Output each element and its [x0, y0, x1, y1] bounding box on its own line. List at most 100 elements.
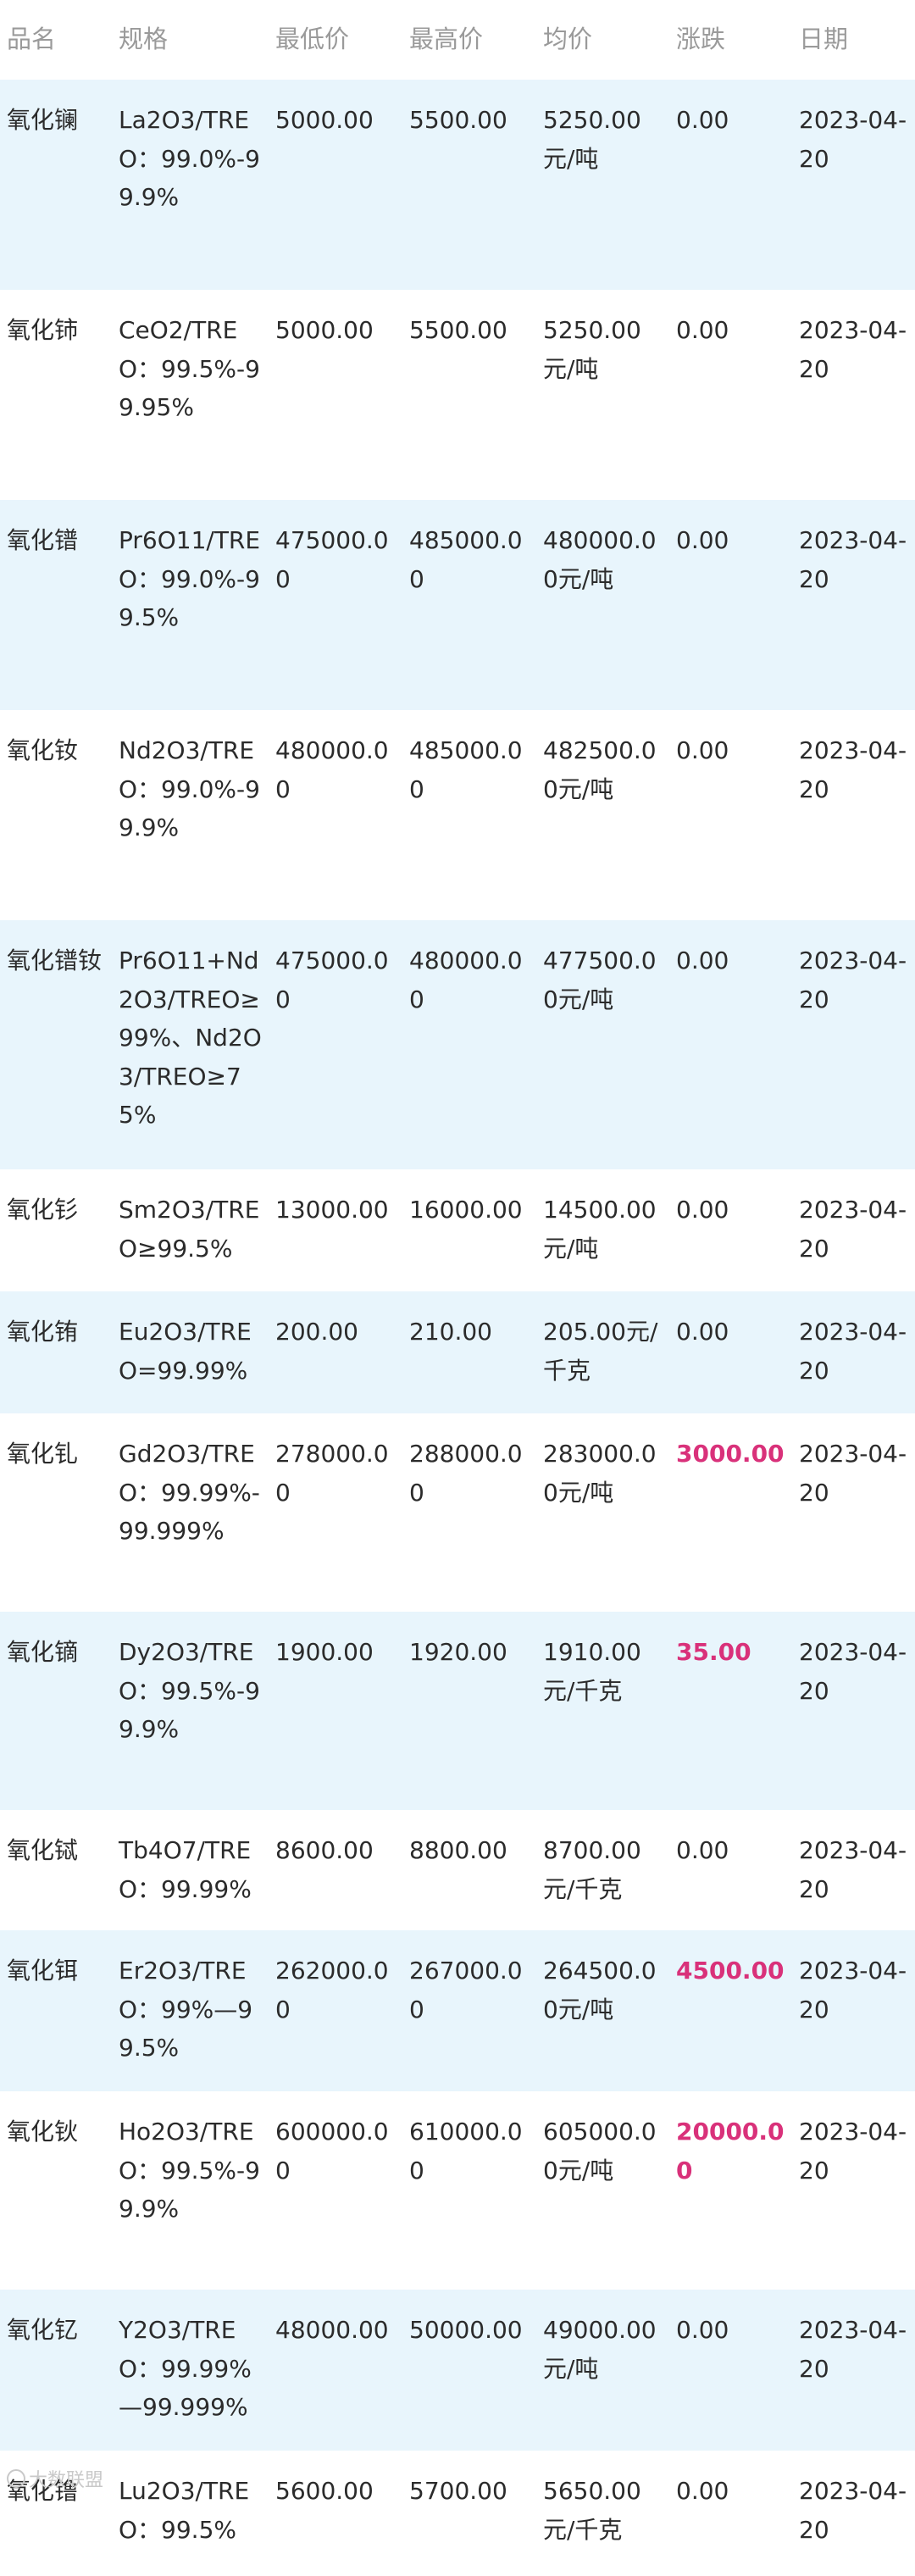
cell-avg-price: 5250.00元/吨 [535, 290, 668, 500]
cell-avg-price: 5250.00元/吨 [535, 80, 668, 290]
cell-spec: Er2O3/TREO：99%—99.5% [110, 1930, 267, 2091]
cell-high-price: 5500.00 [401, 80, 535, 290]
cell-low-price: 475000.00 [267, 500, 401, 710]
cell-change: 0.00 [668, 920, 790, 1169]
cell-spec: Gd2O3/TREO：99.99%-99.999% [110, 1413, 267, 1612]
cell-date: 2023-04-20 [790, 2091, 915, 2290]
table-row: 氧化铒 Er2O3/TREO：99%—99.5% 262000.00 267000.0… [0, 1930, 915, 2091]
cell-name: 氧化铒 [0, 1930, 110, 2091]
watermark-text: 大数联盟 [29, 2470, 104, 2491]
header-name: 品名 [0, 0, 110, 80]
cell-high-price: 8800.00 [401, 1810, 535, 1930]
cell-spec: Nd2O3/TREO：99.0%-99.9% [110, 710, 267, 920]
header-high-price: 最高价 [401, 0, 535, 80]
table-row: 氧化铕 Eu2O3/TREO=99.99% 200.00 210.00 205.00元/… [0, 1291, 915, 1413]
cell-low-price: 8600.00 [267, 1810, 401, 1930]
cell-change: 0.00 [668, 1291, 790, 1413]
cell-low-price: 1900.00 [267, 1612, 401, 1810]
cell-spec: Pr6O11/TREO：99.0%-99.5% [110, 500, 267, 710]
cell-avg-price: 264500.00元/吨 [535, 1930, 668, 2091]
cell-avg-price: 5650.00元/千克 [535, 2451, 668, 2576]
cell-low-price: 48000.00 [267, 2290, 401, 2451]
cell-low-price: 600000.00 [267, 2091, 401, 2290]
cell-spec: CeO2/TREO：99.5%-99.95% [110, 290, 267, 500]
cell-low-price: 13000.00 [267, 1169, 401, 1291]
cell-spec: Tb4O7/TREO：99.99% [110, 1810, 267, 1930]
cell-change: 0.00 [668, 1169, 790, 1291]
header-spec: 规格 [110, 0, 267, 80]
cell-avg-price: 283000.00元/吨 [535, 1413, 668, 1612]
watermark-logo-icon [7, 2469, 25, 2488]
cell-date: 2023-04-20 [790, 1930, 915, 2091]
cell-date: 2023-04-20 [790, 1612, 915, 1810]
cell-change: 0.00 [668, 1810, 790, 1930]
cell-change: 3000.00 [668, 1413, 790, 1612]
cell-name: 氧化铈 [0, 290, 110, 500]
cell-high-price: 485000.00 [401, 710, 535, 920]
cell-spec: Pr6O11+Nd2O3/TREO≥99%、Nd2O3/TREO≥75% [110, 920, 267, 1169]
cell-avg-price: 482500.00元/吨 [535, 710, 668, 920]
cell-low-price: 262000.00 [267, 1930, 401, 2091]
table-row: 氧化钐 Sm2O3/TREO≥99.5% 13000.00 16000.00 14500… [0, 1169, 915, 1291]
cell-avg-price: 205.00元/千克 [535, 1291, 668, 1413]
cell-date: 2023-04-20 [790, 290, 915, 500]
cell-low-price: 475000.00 [267, 920, 401, 1169]
cell-change: 4500.00 [668, 1930, 790, 2091]
cell-name: 氧化钬 [0, 2091, 110, 2290]
cell-low-price: 278000.00 [267, 1413, 401, 1612]
cell-spec: Ho2O3/TREO：99.5%-99.9% [110, 2091, 267, 2290]
header-avg-price: 均价 [535, 0, 668, 80]
cell-name: 氧化钕 [0, 710, 110, 920]
cell-change: 0.00 [668, 2451, 790, 2576]
cell-name: 氧化铽 [0, 1810, 110, 1930]
cell-high-price: 50000.00 [401, 2290, 535, 2451]
cell-low-price: 200.00 [267, 1291, 401, 1413]
header-low-price: 最低价 [267, 0, 401, 80]
cell-name: 氧化镧 [0, 80, 110, 290]
table-body: 氧化镧 La2O3/TREO：99.0%-99.9% 5000.00 5500.00 5… [0, 80, 915, 2576]
cell-change: 20000.00 [668, 2091, 790, 2290]
cell-high-price: 610000.00 [401, 2091, 535, 2290]
header-date: 日期 [790, 0, 915, 80]
cell-spec: La2O3/TREO：99.0%-99.9% [110, 80, 267, 290]
cell-high-price: 288000.00 [401, 1413, 535, 1612]
cell-spec: Lu2O3/TREO：99.5% [110, 2451, 267, 2576]
cell-date: 2023-04-20 [790, 2451, 915, 2576]
cell-change: 0.00 [668, 710, 790, 920]
cell-change: 0.00 [668, 290, 790, 500]
cell-low-price: 5600.00 [267, 2451, 401, 2576]
cell-spec: Dy2O3/TREO：99.5%-99.9% [110, 1612, 267, 1810]
table-row: 氧化镨钕 Pr6O11+Nd2O3/TREO≥99%、Nd2O3/TREO≥75%… [0, 920, 915, 1169]
cell-change: 0.00 [668, 500, 790, 710]
cell-spec: Y2O3/TREO：99.99%—99.999% [110, 2290, 267, 2451]
cell-avg-price: 605000.00元/吨 [535, 2091, 668, 2290]
cell-change: 0.00 [668, 80, 790, 290]
cell-date: 2023-04-20 [790, 1810, 915, 1930]
cell-high-price: 485000.00 [401, 500, 535, 710]
table-row: 氧化钆 Gd2O3/TREO：99.99%-99.999% 278000.00 288… [0, 1413, 915, 1612]
cell-name: 氧化钐 [0, 1169, 110, 1291]
cell-name: 氧化镝 [0, 1612, 110, 1810]
table-row: 氧化镝 Dy2O3/TREO：99.5%-99.9% 1900.00 1920.00 1… [0, 1612, 915, 1810]
cell-change: 35.00 [668, 1612, 790, 1810]
cell-name: 氧化铕 [0, 1291, 110, 1413]
cell-low-price: 5000.00 [267, 290, 401, 500]
cell-spec: Sm2O3/TREO≥99.5% [110, 1169, 267, 1291]
cell-date: 2023-04-20 [790, 2290, 915, 2451]
table-row: 氧化镨 Pr6O11/TREO：99.0%-99.5% 475000.00 48500… [0, 500, 915, 710]
cell-name: 氧化镨 [0, 500, 110, 710]
cell-date: 2023-04-20 [790, 80, 915, 290]
table-header: 品名 规格 最低价 最高价 均价 涨跌 日期 [0, 0, 915, 80]
table-row: 氧化镧 La2O3/TREO：99.0%-99.9% 5000.00 5500.00 5… [0, 80, 915, 290]
cell-date: 2023-04-20 [790, 1291, 915, 1413]
cell-low-price: 480000.00 [267, 710, 401, 920]
cell-high-price: 210.00 [401, 1291, 535, 1413]
table-row: 氧化钇 Y2O3/TREO：99.99%—99.999% 48000.00 50000… [0, 2290, 915, 2451]
watermark: 大数联盟 [7, 2465, 103, 2492]
cell-date: 2023-04-20 [790, 1169, 915, 1291]
table-row: 氧化钬 Ho2O3/TREO：99.5%-99.9% 600000.00 610000… [0, 2091, 915, 2290]
price-table: 品名 规格 最低价 最高价 均价 涨跌 日期 氧化镧 La2O3/TREO：99.… [0, 0, 915, 2576]
cell-low-price: 5000.00 [267, 80, 401, 290]
cell-high-price: 1920.00 [401, 1612, 535, 1810]
table-row: 氧化钕 Nd2O3/TREO：99.0%-99.9% 480000.00 485000… [0, 710, 915, 920]
